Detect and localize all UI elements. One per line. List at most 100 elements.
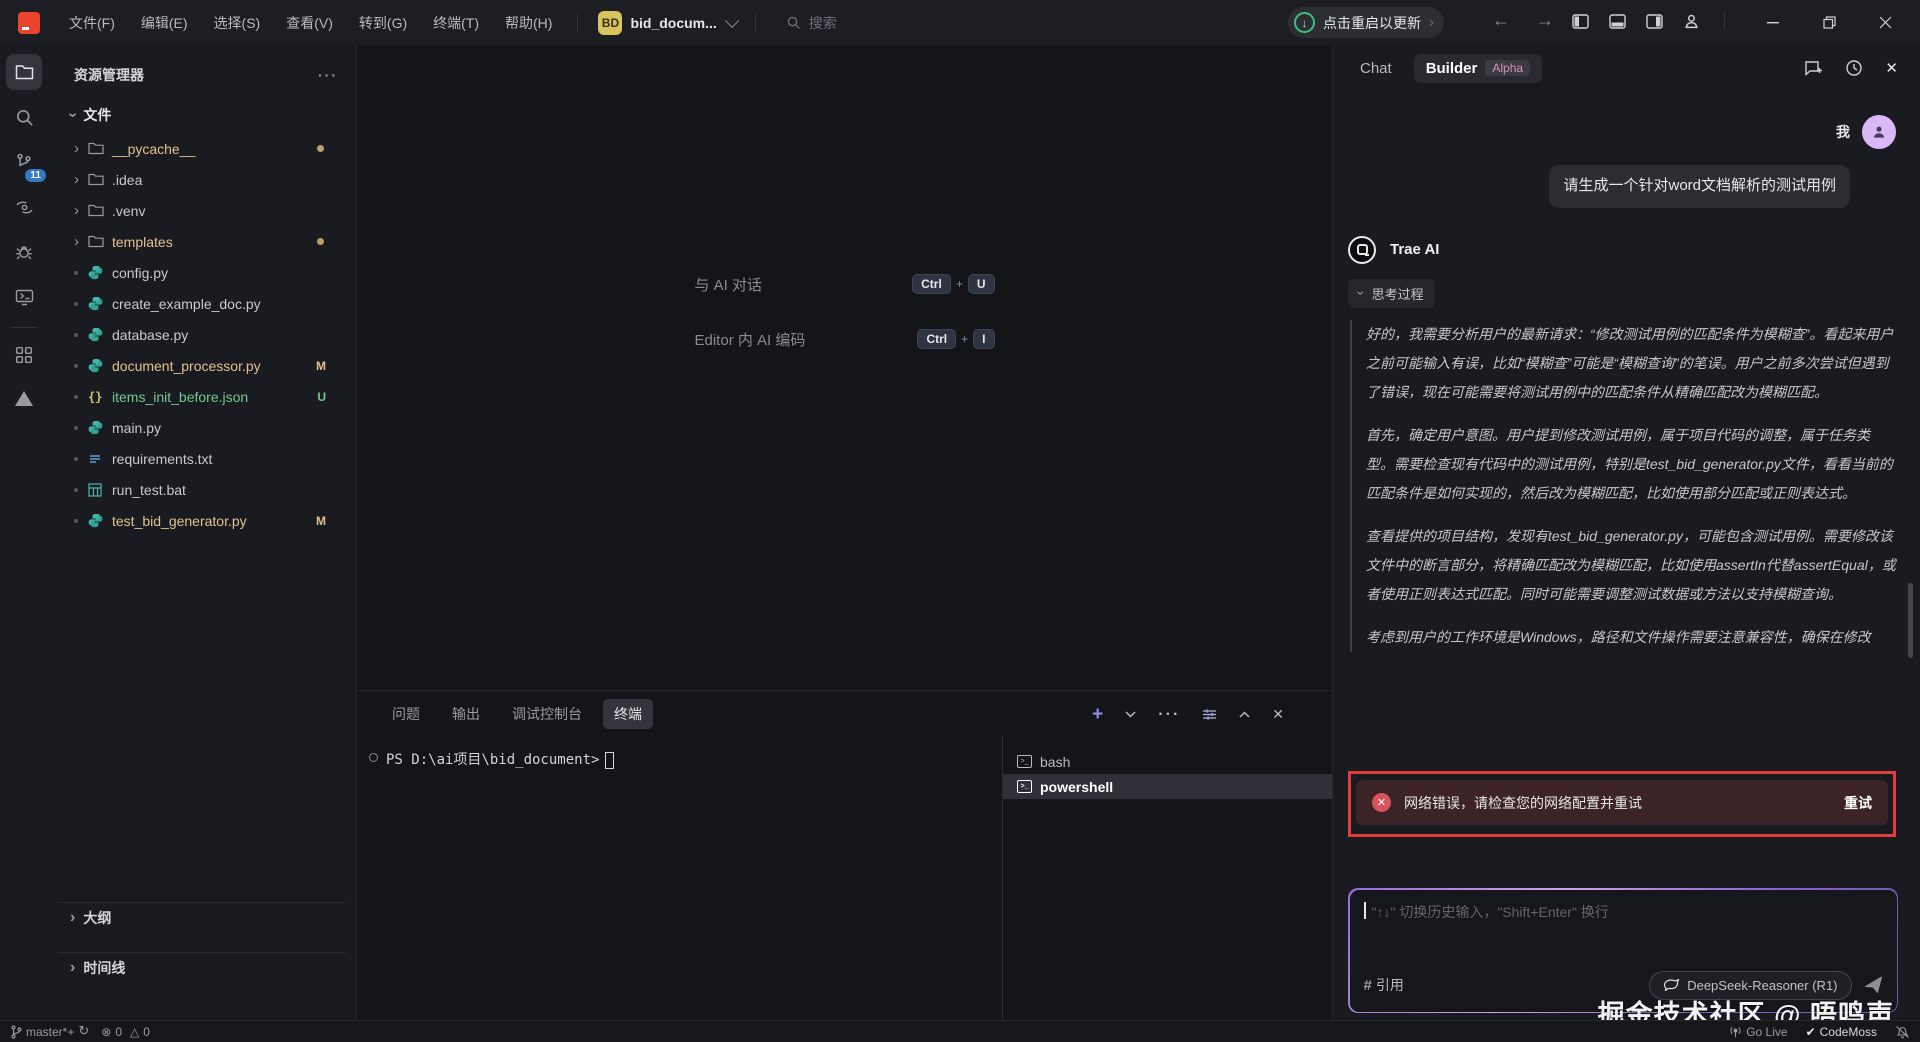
more-actions-icon[interactable]: ··· (1158, 706, 1180, 724)
shell-item-bash[interactable]: >_ bash (1003, 749, 1332, 774)
nav-forward-icon[interactable]: → (1536, 10, 1554, 31)
chevron-up-icon[interactable] (1239, 711, 1250, 718)
tree-item-folder[interactable]: › .idea (48, 164, 356, 195)
thinking-process-toggle[interactable]: › 思考过程 (1348, 279, 1435, 308)
nav-back-icon[interactable]: ← (1492, 10, 1510, 31)
go-live-label: Go Live (1746, 1025, 1787, 1039)
chevron-down-icon: › (1353, 291, 1369, 296)
close-panel-icon[interactable]: ✕ (1272, 706, 1284, 723)
deepseek-whale-icon (1663, 979, 1680, 991)
window-minimize-button[interactable] (1745, 0, 1801, 45)
explorer-sidebar: 资源管理器 ··· › 文件 › __pycache__ › .idea › .… (48, 45, 356, 1020)
tree-item-folder[interactable]: › .venv (48, 195, 356, 226)
chevron-down-icon[interactable] (1125, 711, 1136, 718)
toggle-panel-icon[interactable] (1609, 14, 1626, 29)
shell-label: bash (1040, 754, 1070, 770)
more-actions-icon[interactable]: ··· (318, 67, 338, 83)
filter-settings-icon[interactable] (1202, 708, 1217, 721)
explorer-section-files[interactable]: › 文件 (48, 95, 356, 133)
codemoss-button[interactable]: ✔ CodeMoss (1806, 1025, 1877, 1039)
project-switcher[interactable]: BD bid_docum... (590, 7, 742, 39)
tree-item-folder[interactable]: › __pycache__ (48, 133, 356, 164)
problems-indicator[interactable]: ⊗ 0 △ 0 (101, 1025, 150, 1039)
activity-bar: 11 (0, 45, 48, 1020)
window-close-button[interactable] (1857, 0, 1913, 45)
window-restore-button[interactable] (1801, 0, 1857, 45)
tree-item-file[interactable]: database.py (48, 319, 356, 350)
history-icon[interactable] (1845, 59, 1863, 77)
folder-icon (88, 142, 112, 155)
file-name: create_example_doc.py (112, 296, 261, 312)
shell-item-powershell[interactable]: >_ powershell (1003, 774, 1332, 799)
git-untracked-badge: U (317, 390, 326, 404)
json-file-icon: {} (88, 390, 112, 404)
tab-debug-console[interactable]: 调试控制台 (501, 699, 593, 729)
activity-plugin-icon[interactable] (15, 391, 33, 406)
tree-item-file[interactable]: run_test.bat (48, 474, 356, 505)
menu-help[interactable]: 帮助(H) (492, 8, 565, 38)
activity-extensions-icon[interactable] (6, 337, 42, 373)
account-icon[interactable] (1683, 13, 1700, 30)
tree-item-file[interactable]: {} items_init_before.json U (48, 381, 356, 412)
reference-button[interactable]: # 引用 (1364, 975, 1404, 995)
restart-to-update-button[interactable]: ↓ 点击重启以更新 › (1288, 7, 1444, 38)
divider (755, 14, 756, 32)
chat-input-field[interactable]: "↑↓" 切换历史输入，"Shift+Enter" 换行 (1364, 902, 1883, 922)
global-search[interactable]: 搜索 (786, 13, 837, 33)
python-file-icon (88, 296, 112, 311)
activity-search-icon[interactable] (6, 99, 42, 135)
activity-explorer-icon[interactable] (6, 54, 42, 90)
activity-remote-explorer-icon[interactable] (6, 189, 42, 225)
tree-item-file[interactable]: document_processor.py M (48, 350, 356, 381)
editor-area[interactable]: 与 AI 对话 Ctrl + U Editor 内 AI 编码 Ctrl + I (356, 45, 1332, 690)
tab-problems[interactable]: 问题 (381, 699, 431, 729)
terminal-prompt: PS D:\ai项目\bid_document> (386, 752, 599, 768)
terminal-content[interactable]: PS D:\ai项目\bid_document> (357, 735, 1002, 1020)
tree-item-file[interactable]: test_bid_generator.py M (48, 505, 356, 536)
thinking-paragraph: 首先，确定用户意图。用户提到修改测试用例，属于项目代码的调整，属于任务类型。需要… (1366, 421, 1896, 508)
trae-ai-logo-icon (1348, 236, 1376, 264)
toggle-secondary-sidebar-icon[interactable] (1646, 14, 1663, 29)
menu-edit[interactable]: 编辑(E) (128, 8, 201, 38)
close-chat-icon[interactable]: ✕ (1885, 59, 1898, 77)
timeline-section[interactable]: › 时间线 (58, 952, 346, 982)
tree-item-folder[interactable]: › templates (48, 226, 356, 257)
new-chat-icon[interactable] (1804, 60, 1823, 77)
branch-name: master*+ (26, 1025, 74, 1039)
go-live-button[interactable]: Go Live (1729, 1025, 1787, 1039)
file-name: config.py (112, 265, 168, 281)
menu-terminal[interactable]: 终端(T) (420, 8, 492, 38)
tab-chat[interactable]: Chat (1348, 54, 1404, 83)
tree-item-file[interactable]: config.py (48, 257, 356, 288)
keycap: U (968, 274, 995, 294)
chat-scrollbar[interactable] (1908, 583, 1913, 658)
activity-source-control-icon[interactable]: 11 (6, 144, 42, 180)
bullet-icon (74, 271, 88, 275)
outline-section[interactable]: › 大纲 (58, 902, 346, 932)
activity-remote-terminal-icon[interactable] (6, 279, 42, 315)
tab-terminal[interactable]: 终端 (603, 699, 653, 729)
menu-file[interactable]: 文件(F) (56, 8, 128, 38)
retry-button[interactable]: 重试 (1844, 793, 1872, 813)
sync-icon: ↻ (78, 1024, 89, 1039)
tree-item-file[interactable]: create_example_doc.py (48, 288, 356, 319)
tree-item-file[interactable]: requirements.txt (48, 443, 356, 474)
tab-output[interactable]: 输出 (441, 699, 491, 729)
menu-selection[interactable]: 选择(S) (201, 8, 274, 38)
notifications-muted-icon[interactable] (1895, 1025, 1910, 1039)
new-terminal-icon[interactable]: + (1092, 705, 1103, 724)
menu-goto[interactable]: 转到(G) (346, 8, 420, 38)
file-name: templates (112, 234, 173, 250)
section-label: 文件 (83, 105, 111, 125)
chat-messages[interactable]: 我 请生成一个针对word文档解析的测试用例 Trae AI › 思考过程 好的… (1333, 91, 1920, 865)
tree-item-file[interactable]: main.py (48, 412, 356, 443)
send-icon[interactable] (1864, 976, 1883, 994)
git-branch-indicator[interactable]: master*+ ↻ (10, 1024, 89, 1039)
tab-builder[interactable]: Builder Alpha (1414, 54, 1542, 83)
toggle-sidebar-icon[interactable] (1572, 14, 1589, 29)
bat-file-icon (88, 483, 112, 497)
warning-count: 0 (143, 1025, 150, 1039)
menu-view[interactable]: 查看(V) (273, 8, 346, 38)
bullet-icon (74, 426, 88, 430)
activity-debug-icon[interactable] (6, 234, 42, 270)
